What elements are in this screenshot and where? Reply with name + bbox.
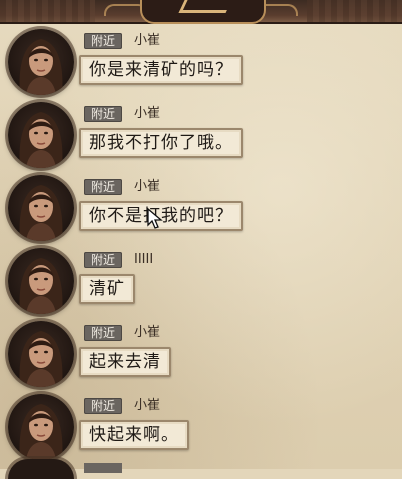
sender-name[interactable]: IIIII [134, 251, 153, 268]
sender-name[interactable]: 小崔 [134, 178, 160, 195]
chat-message: 附近 小崔 起来去清 [0, 317, 402, 390]
sender-name[interactable]: 小崔 [134, 324, 160, 341]
female-character-portrait-icon [19, 258, 63, 314]
message-bubble: 那我不打你了哦。 [79, 128, 243, 158]
avatar[interactable] [8, 102, 74, 168]
sender-name[interactable]: 小崔 [134, 105, 160, 122]
female-character-portrait-icon [19, 404, 63, 460]
female-character-portrait-icon [19, 331, 63, 387]
channel-tag: 附近 [84, 252, 122, 268]
channel-tag: 附近 [84, 179, 122, 195]
chat-message: 附近 小崔 你是来清矿的吗？ [0, 25, 402, 98]
channel-tag: 附近 [84, 325, 122, 341]
mouse-pointer-icon [147, 208, 163, 229]
avatar[interactable] [8, 175, 74, 241]
channel-tag [84, 463, 122, 473]
chat-message: 附近 小崔 那我不打你了哦。 [0, 98, 402, 171]
message-bubble: 快起来啊。 [79, 420, 189, 450]
channel-tag: 附近 [84, 398, 122, 414]
channel-label: 附近 [90, 107, 115, 121]
chat-message: 附近 小崔 快起来啊。 [0, 390, 402, 463]
channel-label: 附近 [90, 180, 115, 194]
banner-title-emblem [140, 0, 266, 24]
female-character-portrait-icon [19, 185, 63, 241]
avatar[interactable] [8, 321, 74, 387]
channel-label: 附近 [90, 34, 115, 48]
banner-pattern-right [307, 0, 402, 22]
female-character-portrait-icon [19, 39, 63, 95]
sender-name[interactable]: 小崔 [134, 397, 160, 414]
message-bubble: 清矿 [79, 274, 135, 304]
chat-message: 附近 小崔 你不是打我的吧？ [0, 171, 402, 244]
channel-tag: 附近 [84, 33, 122, 49]
message-bubble: 你是来清矿的吗？ [79, 55, 243, 85]
avatar[interactable] [8, 394, 74, 460]
avatar[interactable] [8, 248, 74, 314]
channel-label: 附近 [90, 253, 115, 267]
channel-tag: 附近 [84, 106, 122, 122]
top-banner [0, 0, 402, 24]
message-bubble: 起来去清 [79, 347, 171, 377]
banner-pattern-left [0, 0, 95, 22]
chat-message: 附近 IIIII 清矿 [0, 244, 402, 317]
channel-label: 附近 [90, 326, 115, 340]
avatar[interactable] [8, 29, 74, 95]
female-character-portrait-icon [19, 112, 63, 168]
channel-label: 附近 [90, 399, 115, 413]
avatar[interactable] [8, 459, 74, 479]
sender-name[interactable]: 小崔 [134, 32, 160, 49]
